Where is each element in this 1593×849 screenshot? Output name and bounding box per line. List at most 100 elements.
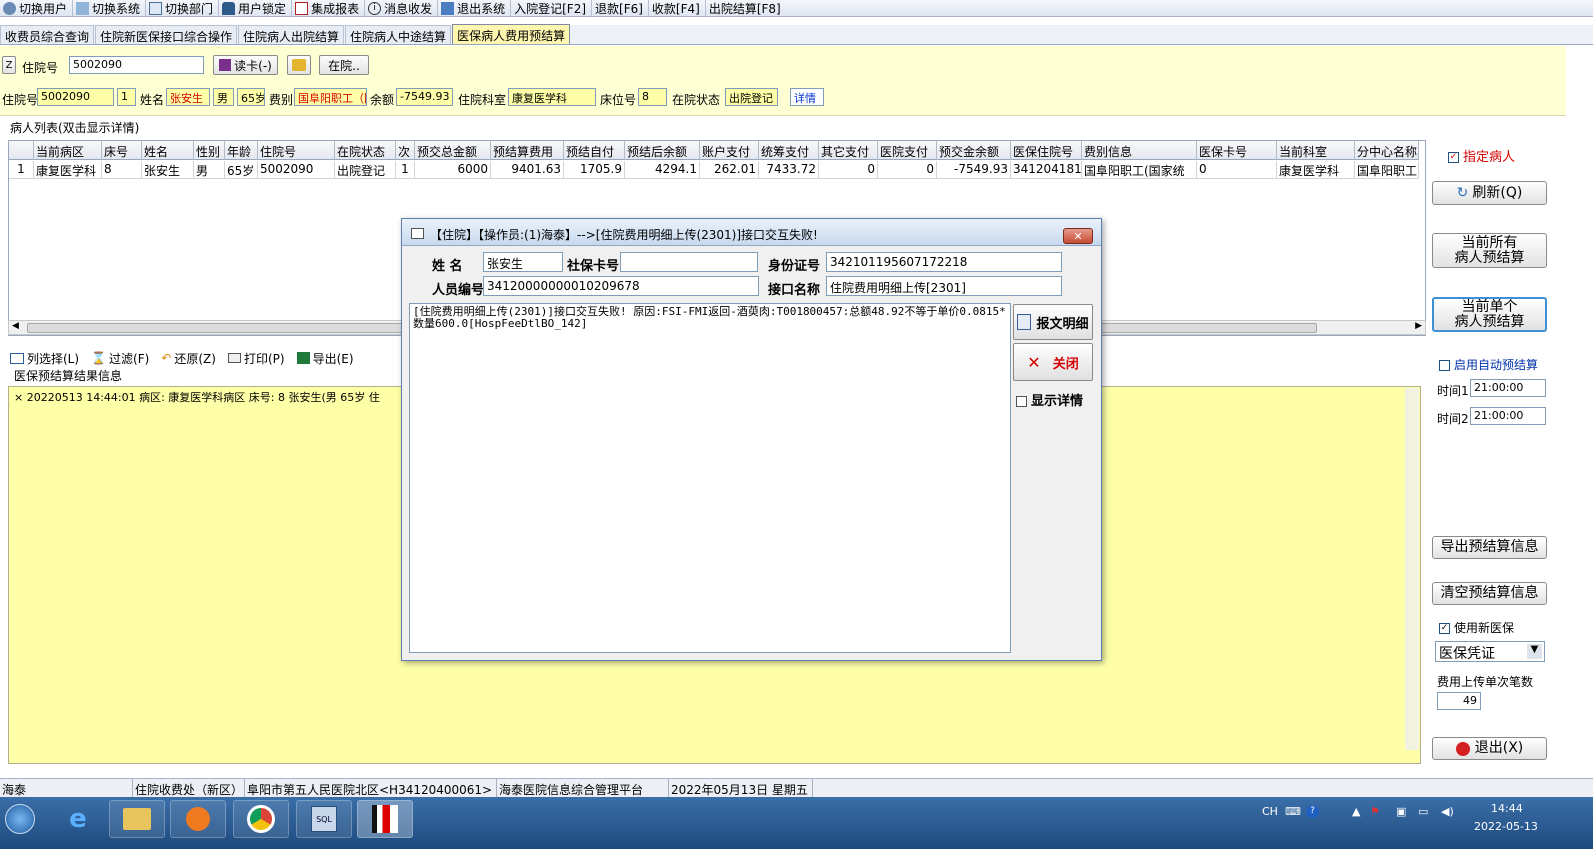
grid-col-name[interactable]: 姓名 bbox=[142, 141, 194, 160]
toolbar-switch-user[interactable]: 切换用户 bbox=[0, 0, 74, 17]
voucher-select[interactable]: 医保凭证 ▼ bbox=[1435, 641, 1545, 662]
toolbar-collect[interactable]: 收款[F4] bbox=[649, 0, 706, 17]
dialog-card-field[interactable] bbox=[620, 252, 758, 272]
grid-col-hospital-pay[interactable]: 医院支付 bbox=[878, 141, 937, 160]
toolbar-refund[interactable]: 退款[F6] bbox=[592, 0, 649, 17]
grid-cell: 4294.1 bbox=[625, 161, 700, 179]
tab-insurance-presettlement[interactable]: 医保病人费用预结算 bbox=[452, 24, 571, 44]
dialog-name-field[interactable]: 张安生 bbox=[483, 252, 563, 272]
single-patient-presettle-button[interactable]: 当前单个 病人预结算 bbox=[1432, 297, 1547, 332]
ime-indicator[interactable]: CH bbox=[1262, 805, 1278, 818]
tab-cashier-query[interactable]: 收费员综合查询 bbox=[0, 25, 95, 44]
clock-date[interactable]: 2022-05-13 bbox=[1474, 820, 1538, 833]
grid-col-times[interactable]: 次 bbox=[396, 141, 415, 160]
print-button[interactable]: 打印(P) bbox=[227, 350, 285, 367]
tab-new-insurance-ops[interactable]: 住院新医保接口综合操作 bbox=[95, 25, 238, 44]
clock-time[interactable]: 14:44 bbox=[1491, 802, 1523, 815]
dialog-message-box[interactable]: [住院费用明细上传(2301)]接口交互失败! 原因:FSI-FMI返回-酒萸肉… bbox=[409, 303, 1011, 653]
all-patients-presettle-button[interactable]: 当前所有 病人预结算 bbox=[1432, 233, 1547, 268]
toolbar-report[interactable]: 集成报表 bbox=[292, 0, 366, 17]
grid-col-current-dept[interactable]: 当前科室 bbox=[1277, 141, 1355, 160]
auto-presettle-checkbox[interactable]: 启用自动预结算 bbox=[1439, 356, 1538, 373]
grid-col-fee-info[interactable]: 费别信息 bbox=[1082, 141, 1197, 160]
tray-expand-icon[interactable]: ▲ bbox=[1352, 805, 1360, 818]
export-button[interactable]: 导出(E) bbox=[296, 350, 354, 367]
grid-col-age[interactable]: 年龄 bbox=[225, 141, 258, 160]
time2-input[interactable]: 21:00:00 bbox=[1470, 407, 1546, 425]
scroll-right-icon[interactable]: ▶ bbox=[1415, 321, 1422, 331]
exit-icon bbox=[441, 1, 455, 15]
grid-col-card-no[interactable]: 医保卡号 bbox=[1197, 141, 1277, 160]
tab-interim-settlement[interactable]: 住院病人中途结算 bbox=[345, 25, 452, 44]
scroll-left-icon[interactable]: ◀ bbox=[12, 321, 19, 331]
toolbar-exit-system[interactable]: 退出系统 bbox=[438, 0, 512, 17]
taskbar-media[interactable] bbox=[170, 800, 226, 838]
exit-button[interactable]: 退出(X) bbox=[1432, 737, 1547, 760]
toolbar-message[interactable]: i 消息收发 bbox=[365, 0, 439, 17]
toolbar-user-lock[interactable]: 用户锁定 bbox=[219, 0, 293, 17]
in-hospital-button[interactable]: 在院.. bbox=[319, 55, 369, 75]
use-new-insurance-checkbox[interactable]: ✓ 使用新医保 bbox=[1439, 619, 1514, 636]
clear-presettle-button[interactable]: 清空预结算信息 bbox=[1432, 582, 1547, 605]
detail-link[interactable]: 详情 bbox=[790, 88, 824, 106]
grid-col-presettle-self[interactable]: 预结自付 bbox=[564, 141, 625, 160]
toolbar-switch-system[interactable]: 切换系统 bbox=[73, 0, 147, 17]
restore-button[interactable]: ↶ 还原(Z) bbox=[161, 350, 216, 367]
grid-col-other-pay[interactable]: 其它支付 bbox=[819, 141, 878, 160]
grid-col-prepay-balance[interactable]: 预交金余额 bbox=[937, 141, 1011, 160]
network-warning-icon[interactable]: ⚑ bbox=[1370, 805, 1380, 818]
column-select-button[interactable]: 列选择(L) bbox=[10, 350, 79, 367]
admission-input[interactable]: 5002090 bbox=[69, 56, 204, 74]
grid-col-bed[interactable]: 床号 bbox=[102, 141, 142, 160]
tab-discharge-settlement[interactable]: 住院病人出院结算 bbox=[238, 25, 345, 44]
show-detail-checkbox[interactable]: 显示详情 bbox=[1016, 390, 1083, 409]
grid-col-after-balance[interactable]: 预结后余额 bbox=[625, 141, 700, 160]
export-presettle-button[interactable]: 导出预结算信息 bbox=[1432, 536, 1547, 559]
grid-col-status[interactable]: 在院状态 bbox=[335, 141, 396, 160]
filter-button[interactable]: ⌛ 过滤(F) bbox=[91, 350, 149, 367]
message-detail-button[interactable]: 报文明细 bbox=[1013, 304, 1093, 340]
z-button[interactable]: Z bbox=[2, 56, 16, 74]
help-icon[interactable]: ? bbox=[1306, 805, 1319, 818]
grid-col-pool-pay[interactable]: 统筹支付 bbox=[759, 141, 819, 160]
grid-col-ward[interactable]: 当前病区 bbox=[34, 141, 102, 160]
grid-col-center-name[interactable]: 分中心名称 bbox=[1355, 141, 1419, 160]
toolbar-discharge[interactable]: 出院结算[F8] bbox=[706, 0, 786, 17]
grid-col-insurance-no[interactable]: 医保住院号 bbox=[1011, 141, 1082, 160]
taskbar-explorer[interactable] bbox=[109, 800, 165, 838]
taskbar-his-app[interactable] bbox=[357, 800, 413, 838]
dialog-iface-field[interactable]: 住院费用明细上传[2301] bbox=[826, 276, 1062, 296]
grid-col-index[interactable] bbox=[9, 141, 34, 160]
grid-cell: 0 bbox=[819, 161, 878, 179]
result-title: 医保预结算结果信息 bbox=[14, 369, 123, 383]
keyboard-icon[interactable]: ⌨ bbox=[1285, 805, 1301, 818]
grid-col-admission[interactable]: 住院号 bbox=[258, 141, 335, 160]
patient-admission-label: 住院号 bbox=[2, 93, 39, 107]
dialog-id-field[interactable]: 342101195607172218 bbox=[826, 252, 1062, 272]
grid-col-gender[interactable]: 性别 bbox=[194, 141, 225, 160]
refresh-button[interactable]: ↻ 刷新(Q) bbox=[1432, 181, 1547, 205]
dialog-person-field[interactable]: 34120000000010209678 bbox=[483, 276, 759, 296]
display-icon[interactable]: ▭ bbox=[1418, 805, 1428, 818]
broom-button[interactable] bbox=[287, 55, 311, 75]
taskbar-chrome[interactable] bbox=[233, 800, 289, 838]
grid-col-prepay-total[interactable]: 预交总金额 bbox=[415, 141, 491, 160]
taskbar-ie[interactable]: e bbox=[50, 800, 106, 838]
tray-app-icon[interactable]: ▣ bbox=[1396, 805, 1406, 818]
start-button[interactable] bbox=[0, 800, 40, 838]
toolbar-switch-dept[interactable]: 切换部门 bbox=[146, 0, 220, 17]
time1-input[interactable]: 21:00:00 bbox=[1470, 379, 1546, 397]
dialog-close-action-button[interactable]: ✕ 关闭 bbox=[1013, 343, 1093, 381]
grid-col-account-pay[interactable]: 账户支付 bbox=[700, 141, 759, 160]
dialog-close-button[interactable]: ✕ bbox=[1063, 228, 1093, 244]
read-card-button[interactable]: 读卡(-) bbox=[213, 55, 278, 75]
toolbar-admission[interactable]: 入院登记[F2] bbox=[511, 0, 593, 17]
batch-count-input[interactable]: 49 bbox=[1437, 692, 1481, 710]
status-field: 出院登记 bbox=[725, 88, 778, 106]
designated-patient-checkbox[interactable]: ✓ 指定病人 bbox=[1448, 146, 1515, 165]
grid-col-presettle-fee[interactable]: 预结算费用 bbox=[491, 141, 564, 160]
speaker-icon[interactable]: ◀) bbox=[1441, 805, 1454, 818]
table-row[interactable]: 1 康复医学科 8 张安生 男 65岁 5002090 出院登记 1 6000 … bbox=[9, 161, 1419, 179]
result-vertical-scrollbar[interactable] bbox=[1405, 388, 1419, 750]
taskbar-sql[interactable]: SQL bbox=[296, 800, 352, 838]
